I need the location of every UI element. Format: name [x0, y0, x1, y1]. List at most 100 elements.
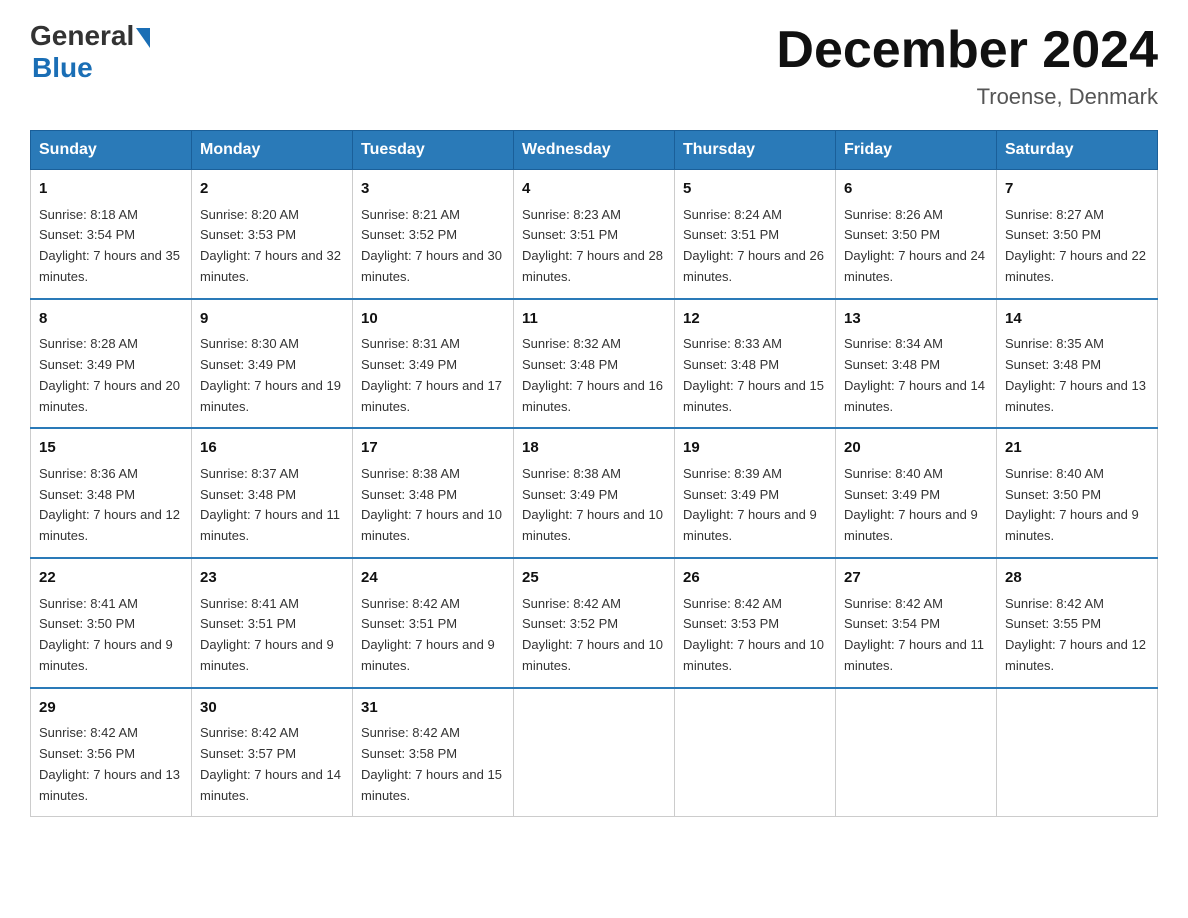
day-info: Sunrise: 8:31 AMSunset: 3:49 PMDaylight:…: [361, 334, 505, 417]
day-info: Sunrise: 8:38 AMSunset: 3:49 PMDaylight:…: [522, 464, 666, 547]
day-info: Sunrise: 8:36 AMSunset: 3:48 PMDaylight:…: [39, 464, 183, 547]
logo-general-text: General: [30, 20, 134, 52]
day-number: 8: [39, 308, 183, 331]
day-info: Sunrise: 8:33 AMSunset: 3:48 PMDaylight:…: [683, 334, 827, 417]
day-info: Sunrise: 8:34 AMSunset: 3:48 PMDaylight:…: [844, 334, 988, 417]
table-row: 30Sunrise: 8:42 AMSunset: 3:57 PMDayligh…: [192, 688, 353, 817]
table-row: 16 Sunrise: 8:37 AMSunset: 3:48 PMDayligh…: [192, 428, 353, 558]
day-info: Sunrise: 8:24 AMSunset: 3:51 PMDaylight:…: [683, 205, 827, 288]
day-info: Sunrise: 8:37 AMSunset: 3:48 PMDaylight:…: [200, 464, 344, 547]
table-row: [997, 688, 1158, 817]
day-info: Sunrise: 8:42 AMSunset: 3:57 PMDaylight:…: [200, 723, 344, 806]
day-info: Sunrise: 8:21 AMSunset: 3:52 PMDaylight:…: [361, 205, 505, 288]
table-row: 18 Sunrise: 8:38 AMSunset: 3:49 PMDayligh…: [514, 428, 675, 558]
day-info: Sunrise: 8:26 AMSunset: 3:50 PMDaylight:…: [844, 205, 988, 288]
day-number: 6: [844, 178, 988, 201]
day-number: 21: [1005, 437, 1149, 460]
table-row: 17Sunrise: 8:38 AMSunset: 3:48 PMDayligh…: [353, 428, 514, 558]
header-tuesday: Tuesday: [353, 131, 514, 170]
title-section: December 2024 Troense, Denmark: [776, 20, 1158, 110]
day-number: 25: [522, 567, 666, 590]
day-info: Sunrise: 8:38 AMSunset: 3:48 PMDaylight:…: [361, 464, 505, 547]
table-row: 12Sunrise: 8:33 AMSunset: 3:48 PMDayligh…: [675, 299, 836, 429]
header-saturday: Saturday: [997, 131, 1158, 170]
day-number: 20: [844, 437, 988, 460]
calendar-table: Sunday Monday Tuesday Wednesday Thursday…: [30, 130, 1158, 817]
day-number: 7: [1005, 178, 1149, 201]
table-row: 15 Sunrise: 8:36 AMSunset: 3:48 PMDayligh…: [31, 428, 192, 558]
table-row: 29Sunrise: 8:42 AMSunset: 3:56 PMDayligh…: [31, 688, 192, 817]
day-info: Sunrise: 8:41 AMSunset: 3:50 PMDaylight:…: [39, 594, 183, 677]
day-info: Sunrise: 8:40 AMSunset: 3:50 PMDaylight:…: [1005, 464, 1149, 547]
day-info: Sunrise: 8:42 AMSunset: 3:55 PMDaylight:…: [1005, 594, 1149, 677]
month-title: December 2024: [776, 20, 1158, 80]
day-number: 18: [522, 437, 666, 460]
day-number: 2: [200, 178, 344, 201]
table-row: 21 Sunrise: 8:40 AMSunset: 3:50 PMDayligh…: [997, 428, 1158, 558]
day-info: Sunrise: 8:28 AMSunset: 3:49 PMDaylight:…: [39, 334, 183, 417]
day-number: 19: [683, 437, 827, 460]
calendar-week-row: 15 Sunrise: 8:36 AMSunset: 3:48 PMDayligh…: [31, 428, 1158, 558]
header-thursday: Thursday: [675, 131, 836, 170]
table-row: 11Sunrise: 8:32 AMSunset: 3:48 PMDayligh…: [514, 299, 675, 429]
day-number: 24: [361, 567, 505, 590]
header-sunday: Sunday: [31, 131, 192, 170]
calendar-week-row: 1 Sunrise: 8:18 AMSunset: 3:54 PMDaylight…: [31, 170, 1158, 299]
day-info: Sunrise: 8:18 AMSunset: 3:54 PMDaylight:…: [39, 205, 183, 288]
calendar-week-row: 8 Sunrise: 8:28 AMSunset: 3:49 PMDaylight…: [31, 299, 1158, 429]
table-row: 25 Sunrise: 8:42 AMSunset: 3:52 PMDayligh…: [514, 558, 675, 688]
day-info: Sunrise: 8:42 AMSunset: 3:54 PMDaylight:…: [844, 594, 988, 677]
day-info: Sunrise: 8:32 AMSunset: 3:48 PMDaylight:…: [522, 334, 666, 417]
day-info: Sunrise: 8:41 AMSunset: 3:51 PMDaylight:…: [200, 594, 344, 677]
day-info: Sunrise: 8:20 AMSunset: 3:53 PMDaylight:…: [200, 205, 344, 288]
table-row: [675, 688, 836, 817]
logo: General Blue: [30, 20, 150, 84]
day-number: 13: [844, 308, 988, 331]
day-number: 23: [200, 567, 344, 590]
day-info: Sunrise: 8:23 AMSunset: 3:51 PMDaylight:…: [522, 205, 666, 288]
table-row: 31Sunrise: 8:42 AMSunset: 3:58 PMDayligh…: [353, 688, 514, 817]
table-row: 2 Sunrise: 8:20 AMSunset: 3:53 PMDaylight…: [192, 170, 353, 299]
logo-arrow-icon: [136, 28, 150, 48]
day-info: Sunrise: 8:42 AMSunset: 3:51 PMDaylight:…: [361, 594, 505, 677]
page-header: General Blue December 2024 Troense, Denm…: [30, 20, 1158, 110]
day-number: 14: [1005, 308, 1149, 331]
table-row: 7 Sunrise: 8:27 AMSunset: 3:50 PMDaylight…: [997, 170, 1158, 299]
table-row: 13 Sunrise: 8:34 AMSunset: 3:48 PMDayligh…: [836, 299, 997, 429]
table-row: 1 Sunrise: 8:18 AMSunset: 3:54 PMDaylight…: [31, 170, 192, 299]
day-info: Sunrise: 8:27 AMSunset: 3:50 PMDaylight:…: [1005, 205, 1149, 288]
day-number: 9: [200, 308, 344, 331]
day-number: 16: [200, 437, 344, 460]
day-number: 22: [39, 567, 183, 590]
table-row: 20 Sunrise: 8:40 AMSunset: 3:49 PMDayligh…: [836, 428, 997, 558]
day-number: 10: [361, 308, 505, 331]
day-number: 26: [683, 567, 827, 590]
day-info: Sunrise: 8:42 AMSunset: 3:58 PMDaylight:…: [361, 723, 505, 806]
header-wednesday: Wednesday: [514, 131, 675, 170]
table-row: 19Sunrise: 8:39 AMSunset: 3:49 PMDayligh…: [675, 428, 836, 558]
day-number: 1: [39, 178, 183, 201]
day-number: 3: [361, 178, 505, 201]
day-info: Sunrise: 8:40 AMSunset: 3:49 PMDaylight:…: [844, 464, 988, 547]
table-row: 6 Sunrise: 8:26 AMSunset: 3:50 PMDaylight…: [836, 170, 997, 299]
table-row: 27 Sunrise: 8:42 AMSunset: 3:54 PMDayligh…: [836, 558, 997, 688]
day-number: 15: [39, 437, 183, 460]
day-info: Sunrise: 8:42 AMSunset: 3:52 PMDaylight:…: [522, 594, 666, 677]
table-row: 9Sunrise: 8:30 AMSunset: 3:49 PMDaylight…: [192, 299, 353, 429]
table-row: 22 Sunrise: 8:41 AMSunset: 3:50 PMDayligh…: [31, 558, 192, 688]
location-subtitle: Troense, Denmark: [776, 84, 1158, 110]
day-number: 5: [683, 178, 827, 201]
table-row: [514, 688, 675, 817]
day-number: 4: [522, 178, 666, 201]
logo-blue-text: Blue: [32, 52, 93, 84]
table-row: 14Sunrise: 8:35 AMSunset: 3:48 PMDayligh…: [997, 299, 1158, 429]
day-number: 27: [844, 567, 988, 590]
calendar-week-row: 29Sunrise: 8:42 AMSunset: 3:56 PMDayligh…: [31, 688, 1158, 817]
table-row: 3 Sunrise: 8:21 AMSunset: 3:52 PMDaylight…: [353, 170, 514, 299]
table-row: 24 Sunrise: 8:42 AMSunset: 3:51 PMDayligh…: [353, 558, 514, 688]
table-row: [836, 688, 997, 817]
day-info: Sunrise: 8:42 AMSunset: 3:53 PMDaylight:…: [683, 594, 827, 677]
day-number: 29: [39, 697, 183, 720]
table-row: 4 Sunrise: 8:23 AMSunset: 3:51 PMDaylight…: [514, 170, 675, 299]
calendar-week-row: 22 Sunrise: 8:41 AMSunset: 3:50 PMDayligh…: [31, 558, 1158, 688]
